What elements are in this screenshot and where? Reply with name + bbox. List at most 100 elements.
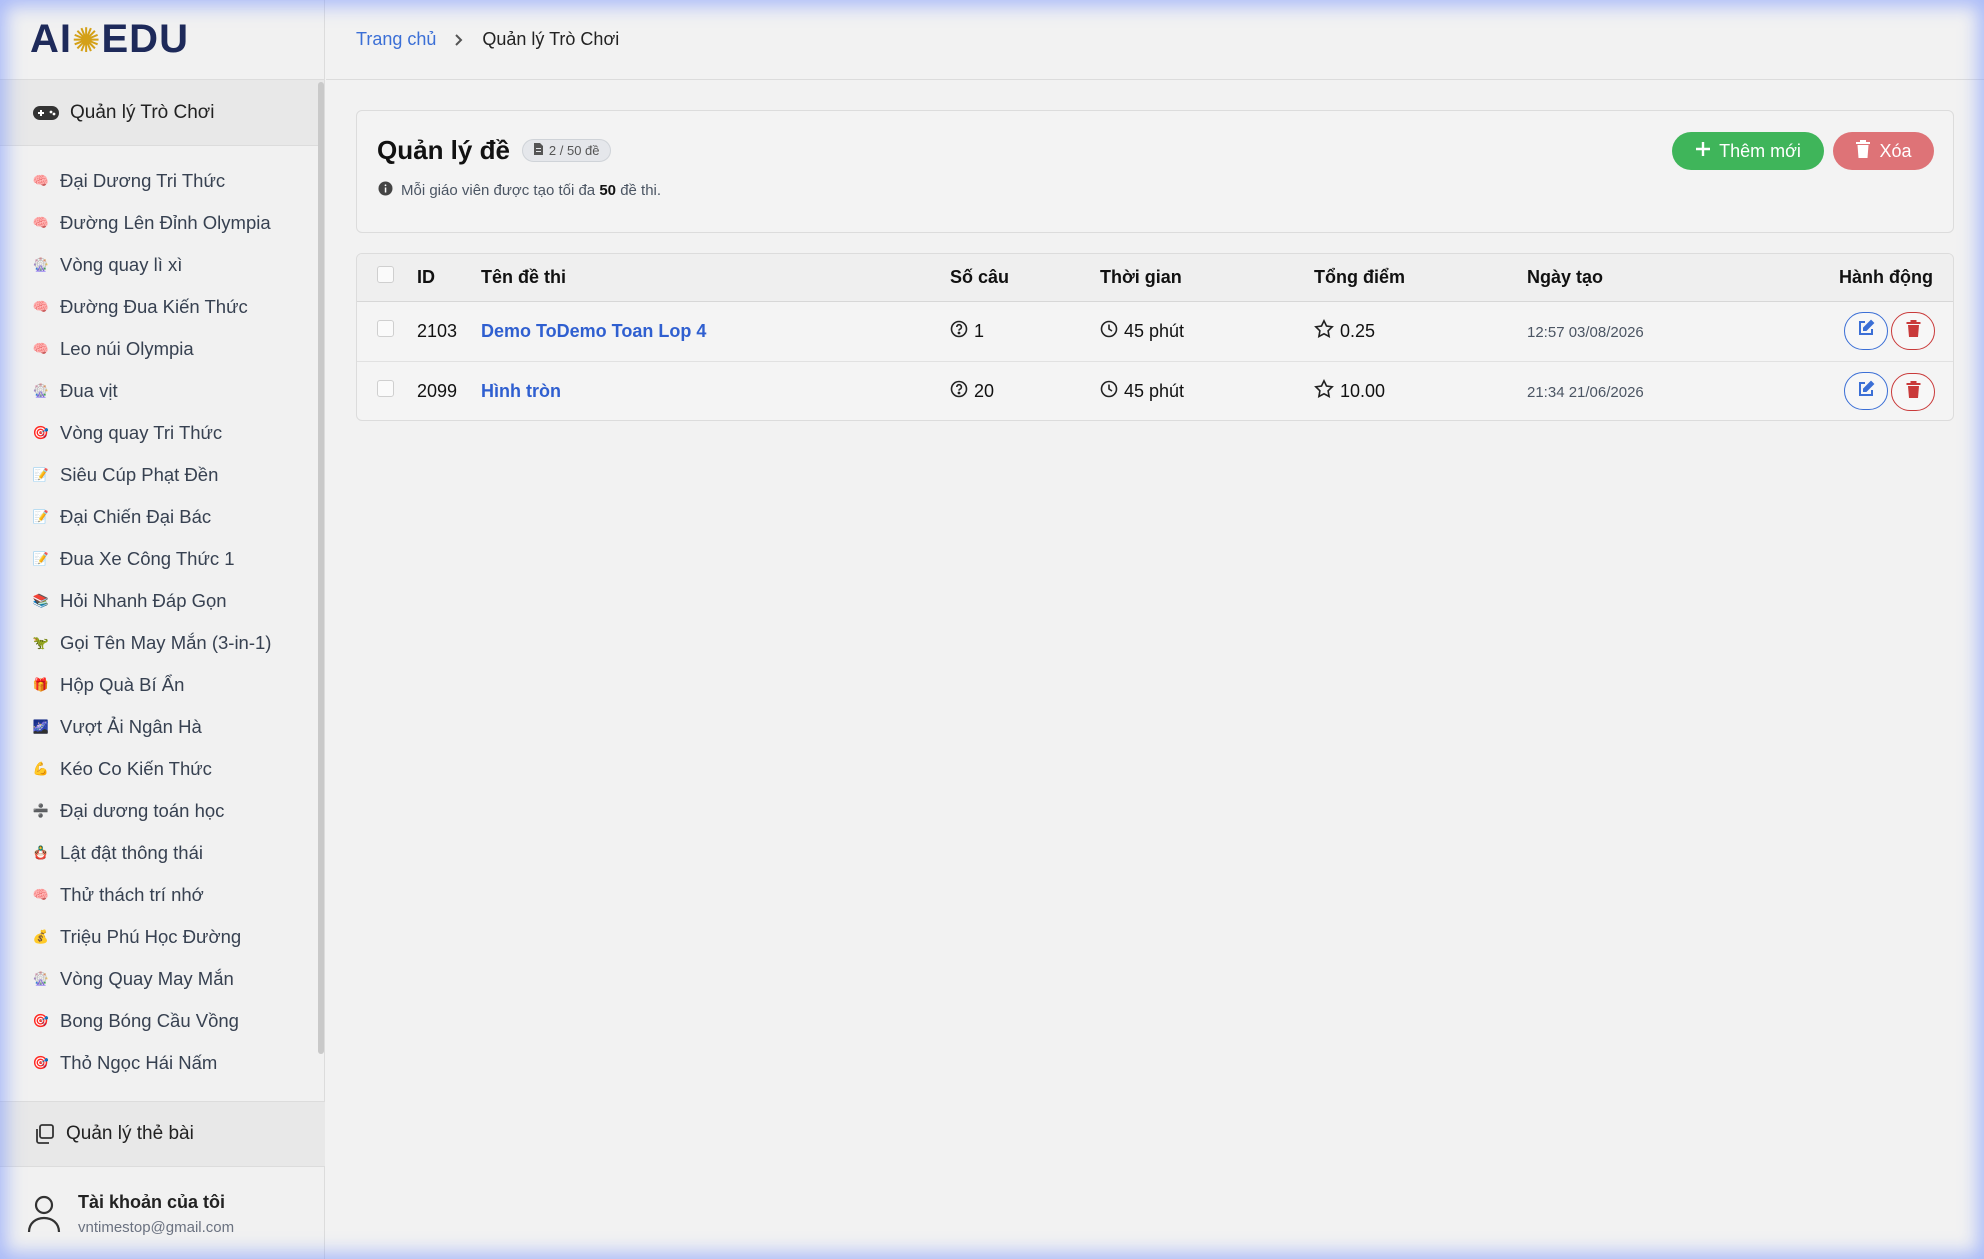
exam-panel: Quản lý đề 2 / 50 đề Mỗi giáo viên được … (356, 110, 1954, 233)
row-delete-button[interactable] (1891, 372, 1935, 411)
delete-button[interactable]: Xóa (1833, 132, 1934, 170)
sidebar-item-game[interactable]: 🎯 Vòng quay Tri Thức (0, 412, 324, 454)
game-emoji-icon: 📝 (32, 551, 50, 566)
sidebar-item-game[interactable]: 🎡 Đua vịt (0, 370, 324, 412)
game-emoji-icon: 💰 (32, 929, 50, 944)
account-email: vntimestop@gmail.com (78, 1218, 235, 1236)
game-emoji-icon: 🎡 (32, 383, 50, 398)
edit-button[interactable] (1844, 311, 1888, 350)
panel-note: Mỗi giáo viên được tạo tối đa 50 đề thi. (378, 181, 661, 200)
sidebar-item-label: Lật đật thông thái (60, 842, 203, 863)
trash-icon (1855, 139, 1871, 163)
star-icon (1314, 318, 1334, 344)
logo[interactable]: AI✺EDU (30, 17, 189, 62)
sidebar-item-label: Quản lý thẻ bài (66, 1123, 194, 1144)
sidebar-item-label: Đường Đua Kiến Thức (60, 296, 248, 317)
game-emoji-icon: 🦖 (32, 635, 50, 650)
sidebar-item-game[interactable]: 🧠 Đường Đua Kiến Thức (0, 286, 324, 328)
gamepad-icon (32, 104, 60, 122)
cell-questions: 20 (974, 380, 995, 401)
sidebar-item-game[interactable]: 💰 Triệu Phú Học Đường (0, 916, 324, 958)
sidebar-item-game[interactable]: 🧠 Đường Lên Đỉnh Olympia (0, 202, 324, 244)
sidebar-item-label: Bong Bóng Cầu Vồng (60, 1010, 239, 1031)
sidebar-item-game[interactable]: 🎡 Vòng quay lì xì (0, 244, 324, 286)
sidebar-item-game[interactable]: 💪 Kéo Co Kiến Thức (0, 748, 324, 790)
sidebar-item-game[interactable]: 🧠 Đại Dương Tri Thức (0, 160, 324, 202)
sidebar-item-label: Hộp Quà Bí Ẩn (60, 674, 185, 695)
header-name[interactable]: Tên đề thi (481, 254, 950, 301)
select-all-checkbox[interactable] (377, 266, 394, 284)
breadcrumb: Trang chủ Quản lý Trò Chơi (326, 0, 1984, 80)
edit-button[interactable] (1844, 372, 1888, 410)
game-emoji-icon: 📚 (32, 593, 50, 608)
table-row[interactable]: 2103 Demo ToDemo Toan Lop 4 1 45 phút 0.25 12… (357, 301, 1953, 361)
sidebar-item-label: Kéo Co Kiến Thức (60, 758, 212, 779)
row-checkbox[interactable] (377, 380, 394, 398)
sidebar-section-label: Quản lý Trò Chơi (70, 101, 215, 123)
sidebar-item-game[interactable]: 🦖 Gọi Tên May Mắn (3-in-1) (0, 622, 324, 664)
game-emoji-icon: 📝 (32, 467, 50, 482)
header-score[interactable]: Tổng điểm (1314, 254, 1527, 301)
sidebar-item-game[interactable]: 🎯 Bong Bóng Cầu Vồng (0, 1000, 324, 1042)
plus-icon (1695, 141, 1711, 162)
user-icon (26, 1194, 62, 1234)
header-questions[interactable]: Số câu (950, 254, 1100, 301)
sidebar-item-game[interactable]: 🎁 Hộp Quà Bí Ẩn (0, 664, 324, 706)
sidebar-item-game[interactable]: 📝 Đại Chiến Đại Bác (0, 496, 324, 538)
game-emoji-icon: 🎡 (32, 257, 50, 272)
game-list: 🧠 Đại Dương Tri Thức 🧠 Đường Lên Đỉnh Olymp… (0, 146, 324, 1084)
header-id[interactable]: ID (417, 254, 481, 301)
header-created[interactable]: Ngày tạo (1527, 254, 1743, 301)
sidebar-item-label: Đại dương toán học (60, 800, 225, 821)
exam-name-link[interactable]: Hình tròn (481, 381, 561, 401)
sidebar-item-game[interactable]: 🌌 Vượt Ải Ngân Hà (0, 706, 324, 748)
row-delete-button[interactable] (1891, 312, 1935, 351)
info-icon (378, 181, 393, 200)
sidebar-item-label: Đại Dương Tri Thức (60, 170, 226, 191)
sidebar-item-game[interactable]: 📚 Hỏi Nhanh Đáp Gọn (0, 580, 324, 622)
sidebar-item-game[interactable]: 📝 Siêu Cúp Phạt Đền (0, 454, 324, 496)
game-emoji-icon: 💪 (32, 761, 50, 776)
game-emoji-icon: 🧠 (32, 887, 50, 902)
logo-area[interactable]: AI✺EDU (0, 0, 324, 80)
exam-table: ID Tên đề thi Số câu Thời gian Tổng điểm… (356, 253, 1954, 421)
count-badge: 2 / 50 đề (521, 139, 611, 162)
sidebar-item-game[interactable]: ➗ Đại dương toán học (0, 790, 324, 832)
sidebar-item-game[interactable]: 🎯 Thỏ Ngọc Hái Nấm (0, 1042, 324, 1084)
sidebar-item-cards[interactable]: Quản lý thẻ bài (0, 1101, 325, 1167)
cell-created: 12:57 03/08/2026 (1527, 323, 1644, 341)
header-time[interactable]: Thời gian (1100, 254, 1314, 301)
breadcrumb-current: Quản lý Trò Chơi (482, 29, 620, 49)
sidebar-item-game[interactable]: 🎡 Vòng Quay May Mắn (0, 958, 324, 1000)
table-header-row: ID Tên đề thi Số câu Thời gian Tổng điểm… (357, 254, 1953, 301)
sidebar-item-label: Vòng Quay May Mắn (60, 968, 234, 989)
row-checkbox[interactable] (377, 320, 394, 337)
game-emoji-icon: 🧠 (32, 173, 50, 188)
clock-icon (1100, 320, 1118, 343)
sidebar-item-label: Đua Xe Công Thức 1 (60, 548, 235, 569)
sidebar-item-label: Triệu Phú Học Đường (60, 926, 242, 947)
cell-id: 2103 (417, 320, 458, 341)
game-emoji-icon: 🧠 (32, 341, 50, 356)
sidebar-section-games[interactable]: Quản lý Trò Chơi (0, 80, 324, 146)
sidebar-item-game[interactable]: 🪆 Lật đật thông thái (0, 832, 324, 874)
sidebar-item-label: Đại Chiến Đại Bác (60, 506, 212, 527)
account-menu[interactable]: Tài khoản của tôi vntimestop@gmail.com (0, 1168, 325, 1259)
sidebar-item-game[interactable]: 🧠 Thử thách trí nhớ (0, 874, 324, 916)
table-row[interactable]: 2099 Hình tròn 20 45 phút 10.00 21:34 21/06/2… (357, 361, 1953, 420)
sidebar-item-game[interactable]: 📝 Đua Xe Công Thức 1 (0, 538, 324, 580)
sidebar-scrollbar[interactable] (318, 82, 324, 1054)
game-emoji-icon: ➗ (32, 803, 50, 818)
exam-name-link[interactable]: Demo ToDemo Toan Lop 4 (481, 321, 706, 341)
cell-questions: 1 (974, 320, 985, 341)
add-new-button[interactable]: Thêm mới (1672, 132, 1824, 170)
breadcrumb-home-link[interactable]: Trang chủ (356, 29, 436, 50)
game-emoji-icon: 🎁 (32, 677, 50, 692)
game-emoji-icon: 🎯 (32, 1013, 50, 1028)
sidebar-item-game[interactable]: 🧠 Leo núi Olympia (0, 328, 324, 370)
sidebar-item-label: Vòng quay lì xì (60, 254, 183, 275)
cell-time: 45 phút (1124, 320, 1185, 341)
game-emoji-icon: 🌌 (32, 719, 50, 734)
sidebar-item-label: Đua vịt (60, 380, 118, 401)
game-emoji-icon: 🎯 (32, 425, 50, 440)
